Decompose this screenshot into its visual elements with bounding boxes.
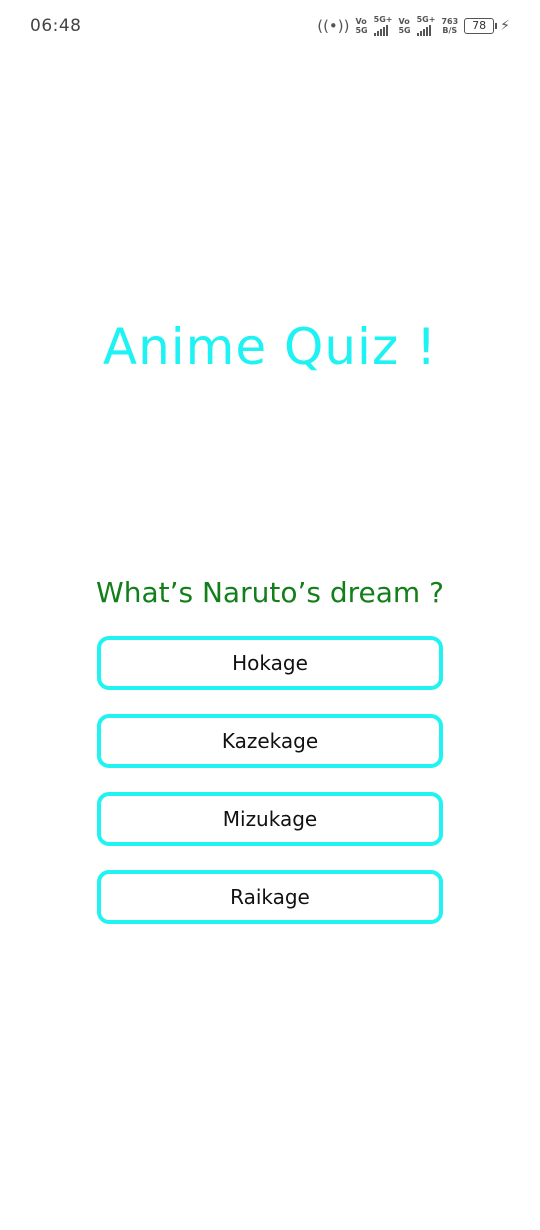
sim1-type-label: 5G+ (373, 15, 393, 24)
question-text: What’s Naruto’s dream ? (96, 576, 444, 609)
sim2-vo-label: Vo (398, 16, 410, 26)
sim1-vo-label: Vo (355, 16, 367, 26)
battery-icon: 78 (464, 17, 498, 34)
status-bar: 06:48 ((•)) Vo 5G 5G+ Vo 5G 5G+ 763 B/S (0, 0, 540, 56)
signal-icon (416, 24, 436, 36)
sim1-5g-label: 5G (355, 25, 368, 35)
answer-option-raikage[interactable]: Raikage (97, 870, 443, 924)
answer-options: Hokage Kazekage Mizukage Raikage (97, 636, 443, 948)
signal-icon (373, 24, 393, 36)
hotspot-icon: ((•)) (317, 16, 350, 35)
speed-unit: B/S (442, 25, 458, 35)
battery-level: 78 (472, 19, 487, 32)
sim1-network: 5G+ (373, 15, 393, 36)
charging-icon: ⚡ (500, 17, 510, 34)
sim2-type-label: 5G+ (416, 15, 436, 24)
sim2-network: 5G+ (416, 15, 436, 36)
answer-option-mizukage[interactable]: Mizukage (97, 792, 443, 846)
app-title: Anime Quiz ! (102, 318, 438, 376)
speed-value: 763 (441, 16, 459, 26)
answer-option-hokage[interactable]: Hokage (97, 636, 443, 690)
status-time: 06:48 (30, 16, 82, 36)
status-icons: ((•)) Vo 5G 5G+ Vo 5G 5G+ 763 B/S 78 ⚡ (317, 15, 510, 36)
network-speed: 763 B/S (441, 17, 458, 35)
sim2-5g-label: 5G (398, 25, 411, 35)
answer-option-kazekage[interactable]: Kazekage (97, 714, 443, 768)
sim2-volte: Vo 5G (398, 17, 410, 35)
sim1-volte: Vo 5G (355, 17, 367, 35)
